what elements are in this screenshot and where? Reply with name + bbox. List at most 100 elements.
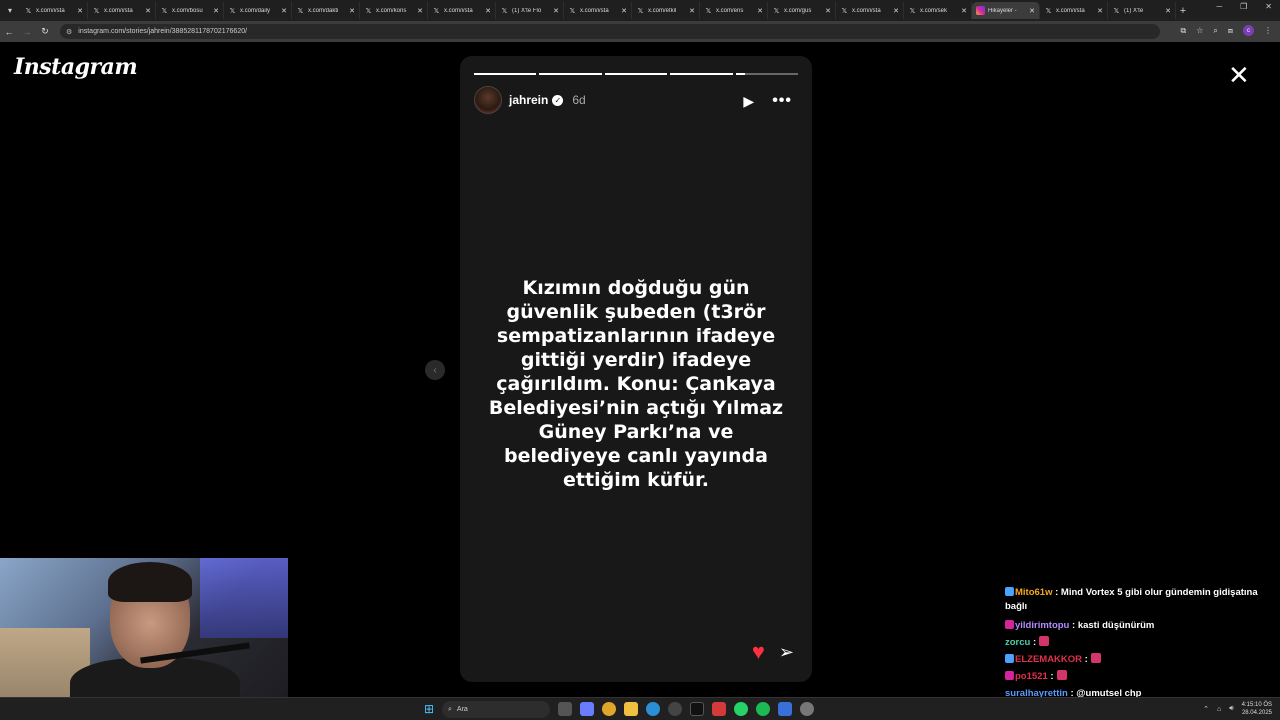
close-story-icon[interactable]: ✕: [1228, 62, 1250, 88]
app-icon-gray[interactable]: [800, 702, 814, 716]
tab-title: x.com/dakti: [308, 7, 339, 14]
tab-close-icon[interactable]: ✕: [621, 7, 627, 15]
browser-tab[interactable]: 𝕏 (1) X'te ✕: [1108, 2, 1176, 19]
chat-username[interactable]: Mito61w: [1015, 587, 1052, 598]
spotify-icon[interactable]: [756, 702, 770, 716]
tab-close-icon[interactable]: ✕: [145, 7, 151, 15]
tab-title: x.com/daily: [240, 7, 271, 14]
browser-tab[interactable]: 𝕏x.com/bosu ✕: [156, 2, 224, 19]
new-tab-button[interactable]: +: [1176, 5, 1190, 17]
forward-icon[interactable]: →: [18, 27, 36, 37]
edge-icon[interactable]: [646, 702, 660, 716]
tab-close-icon[interactable]: ✕: [961, 7, 967, 15]
windows-start-icon[interactable]: ⊞: [424, 702, 438, 716]
browser-tab[interactable]: 𝕏x.com/i/sta ✕: [1040, 2, 1108, 19]
menu-kebab-icon[interactable]: ⋮: [1264, 26, 1272, 35]
tab-close-icon[interactable]: ✕: [689, 7, 695, 15]
window-controls: ─ ❐ ✕: [1216, 2, 1272, 11]
tray-chevron-icon[interactable]: ⌃: [1203, 705, 1209, 713]
volume-icon[interactable]: 🔊︎: [1229, 705, 1233, 713]
tab-close-icon[interactable]: ✕: [1165, 7, 1171, 15]
chat-text: : kasti düşünürüm: [1072, 620, 1155, 631]
minimize-icon[interactable]: ─: [1216, 2, 1222, 11]
tab-close-icon[interactable]: ✕: [553, 7, 559, 15]
tab-close-icon[interactable]: ✕: [417, 7, 423, 15]
profile-avatar[interactable]: c: [1243, 25, 1254, 36]
browser-toolbar: ← → ↻ ⚙ instagram.com/stories/jahrein/38…: [0, 21, 1280, 42]
browser-tab[interactable]: 𝕏x.com/dakti ✕: [292, 2, 360, 19]
tab-list: 𝕏x.com/i/sta ✕ 𝕏x.com/i/sta ✕ 𝕏x.com/bosu ✕ 𝕏x…: [20, 0, 1176, 21]
clock-time: 4:15:10 ÖS: [1241, 702, 1272, 708]
back-icon[interactable]: ←: [0, 27, 18, 37]
zoom-icon[interactable]: ⌕: [1213, 26, 1217, 36]
close-window-icon[interactable]: ✕: [1265, 2, 1272, 11]
browser-tab[interactable]: 𝕏x.com/i/sta ✕: [88, 2, 156, 19]
tab-close-icon[interactable]: ✕: [893, 7, 899, 15]
address-bar[interactable]: ⚙ instagram.com/stories/jahrein/38852811…: [60, 24, 1160, 39]
app-icon-blue[interactable]: [778, 702, 792, 716]
avatar[interactable]: [474, 86, 502, 114]
taskbar-clock[interactable]: 4:15:10 ÖS 28.04.2025: [1242, 701, 1272, 717]
chat-username[interactable]: ELZEMAKKOR: [1015, 654, 1082, 665]
x-icon: 𝕏: [25, 7, 32, 15]
bookmark-star-icon[interactable]: ☆: [1196, 26, 1203, 35]
progress-segment: [539, 73, 602, 75]
browser-tab[interactable]: 𝕏x.com/sek ✕: [904, 2, 972, 19]
obs-icon[interactable]: [668, 702, 682, 716]
browser-tab[interactable]: 𝕏x.com/i/sta ✕: [428, 2, 496, 19]
windows-taskbar: ⊞ ⌕ Ara ⌃ ⌂ 🔊︎ 4:15:10 ÖS 28.04.2025: [0, 697, 1280, 720]
story-age: 6d: [572, 93, 586, 107]
file-explorer-icon[interactable]: [624, 702, 638, 716]
tab-close-icon[interactable]: ✕: [485, 7, 491, 15]
extensions-icon[interactable]: ⧈: [1228, 26, 1233, 36]
restore-icon[interactable]: ❐: [1240, 2, 1247, 11]
story-viewer[interactable]: jahrein ✓ 6d ▶ ••• Kızımın doğduğu gün g…: [460, 56, 812, 682]
app-icon-red[interactable]: [712, 702, 726, 716]
tab-search-icon[interactable]: ▾: [0, 0, 20, 21]
instagram-logo[interactable]: Instagram: [14, 54, 138, 80]
browser-tab[interactable]: 𝕏x.com/i/sta ✕: [20, 2, 88, 19]
browser-tab[interactable]: 𝕏x.com/i/sta ✕: [836, 2, 904, 19]
whatsapp-icon[interactable]: [734, 702, 748, 716]
tab-close-icon[interactable]: ✕: [281, 7, 287, 15]
app-icon-black[interactable]: [690, 702, 704, 716]
cast-icon[interactable]: ⧉: [1181, 26, 1187, 36]
browser-tab[interactable]: 𝕏x.com/i/sta ✕: [564, 2, 632, 19]
reload-icon[interactable]: ↻: [36, 26, 54, 37]
tab-close-icon[interactable]: ✕: [1097, 7, 1103, 15]
previous-story-icon[interactable]: ‹: [425, 360, 445, 380]
browser-tab[interactable]: 𝕏x.com/etkil ✕: [632, 2, 700, 19]
browser-tab[interactable]: 𝕏x.com/kons ✕: [360, 2, 428, 19]
tab-close-icon[interactable]: ✕: [77, 7, 83, 15]
tab-close-icon[interactable]: ✕: [757, 7, 763, 15]
copilot-icon[interactable]: [580, 702, 594, 716]
toolbar-actions: ⧉ ☆ ⌕ ⧈ c ⋮: [1181, 25, 1272, 36]
search-icon: ⌕: [448, 705, 452, 713]
browser-tab[interactable]: 𝕏 (1) X'te Flo ✕: [496, 2, 564, 19]
task-view-icon[interactable]: [558, 702, 572, 716]
story-username[interactable]: jahrein: [509, 93, 548, 107]
tab-close-icon[interactable]: ✕: [825, 7, 831, 15]
chat-username[interactable]: po1521: [1015, 671, 1048, 682]
browser-tab[interactable]: 𝕏x.com/daily ✕: [224, 2, 292, 19]
send-icon[interactable]: ➢: [779, 643, 794, 661]
site-info-icon[interactable]: ⚙: [66, 28, 72, 36]
heart-icon[interactable]: ♥: [752, 641, 765, 663]
progress-segment: [604, 73, 668, 75]
chat-username[interactable]: yildirimtopu: [1015, 620, 1069, 631]
progress-fill: [539, 73, 602, 75]
tab-close-icon[interactable]: ✕: [349, 7, 355, 15]
browser-tab[interactable]: Hikayeler - ✕: [972, 2, 1040, 19]
taskbar-search[interactable]: ⌕ Ara: [442, 701, 550, 718]
instagram-icon: [976, 6, 985, 15]
browser-tab[interactable]: 𝕏x.com/gus ✕: [768, 2, 836, 19]
more-options-icon[interactable]: •••: [772, 92, 792, 110]
chat-username[interactable]: zorcu: [1005, 637, 1030, 648]
tab-close-icon[interactable]: ✕: [1029, 7, 1035, 15]
chrome-icon[interactable]: [602, 702, 616, 716]
tab-close-icon[interactable]: ✕: [213, 7, 219, 15]
network-icon[interactable]: ⌂: [1217, 706, 1221, 713]
browser-tab[interactable]: 𝕏x.com/ens ✕: [700, 2, 768, 19]
webcam-background-light: [200, 558, 288, 638]
play-icon[interactable]: ▶: [743, 93, 754, 110]
